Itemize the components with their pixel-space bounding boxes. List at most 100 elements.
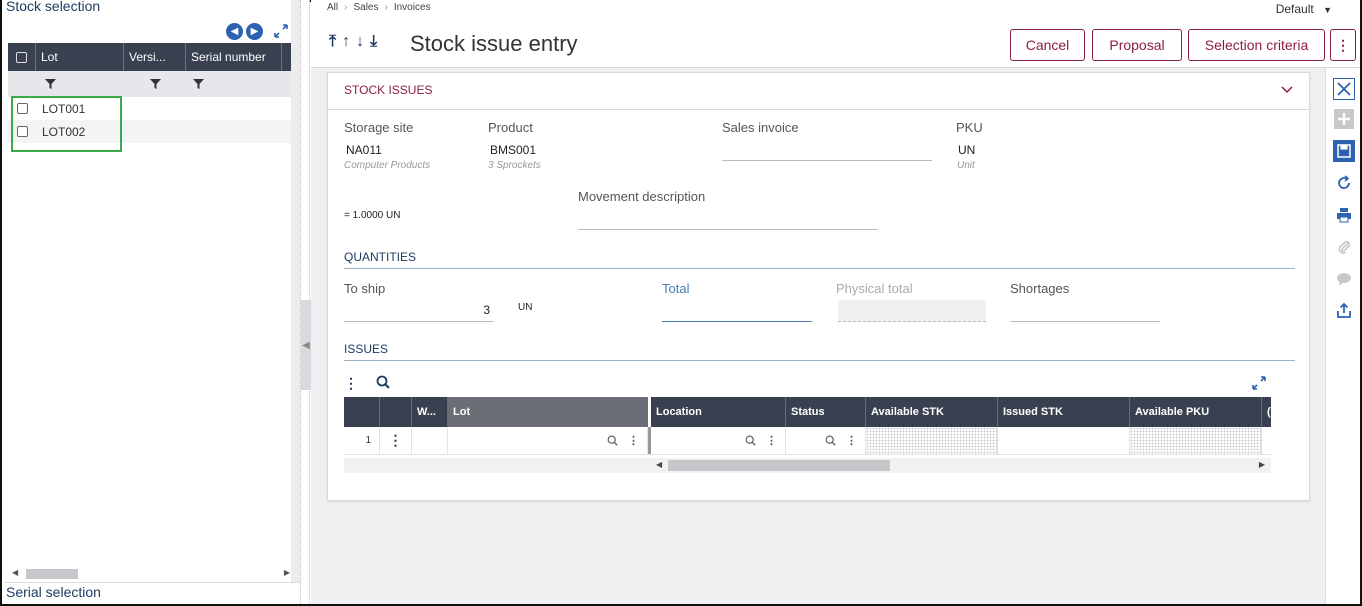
search-icon (607, 435, 618, 446)
scroll-left-icon[interactable]: ◀ (12, 568, 18, 577)
caret-down-icon: ▼ (1323, 5, 1332, 15)
more-options-icon[interactable]: ⋮ (628, 434, 639, 447)
chevron-right-icon: › (384, 2, 388, 13)
search-icon (825, 435, 836, 446)
last-record-icon[interactable]: ⤓ (370, 33, 377, 51)
highlight-box (11, 96, 122, 152)
issues-header: ISSUES (344, 342, 389, 356)
stock-selection-title: Stock selection (6, 0, 101, 14)
col-location[interactable]: Location (651, 397, 786, 427)
col-status[interactable]: Status (786, 397, 866, 427)
movement-description-label: Movement description (578, 189, 706, 204)
status-cell[interactable]: ⋮ (786, 427, 866, 454)
pku-label: PKU (956, 120, 983, 135)
breadcrumb-sales[interactable]: Sales (353, 2, 378, 13)
to-ship-unit: UN (518, 302, 533, 313)
print-icon[interactable] (1333, 204, 1355, 226)
default-label: Default (1275, 2, 1314, 16)
comment-icon (1333, 268, 1355, 290)
chevron-down-icon[interactable] (1281, 81, 1293, 97)
scroll-left-icon[interactable]: ◀ (656, 460, 662, 469)
previous-icon[interactable]: ◀ (226, 22, 243, 40)
close-icon[interactable] (1333, 78, 1355, 100)
page-title: Stock issue entry (410, 31, 578, 56)
scroll-right-icon[interactable]: ▶ (284, 568, 290, 577)
scroll-thumb[interactable] (26, 569, 78, 579)
storage-site-value[interactable]: NA011 (346, 143, 382, 157)
warehouse-cell[interactable] (412, 427, 448, 454)
col-available-stk[interactable]: Available STK (866, 397, 998, 427)
col-lot[interactable]: Lot (448, 397, 648, 427)
filter-icon[interactable] (124, 71, 186, 97)
search-icon (745, 435, 756, 446)
breadcrumb-all[interactable]: All (327, 2, 338, 13)
search-icon[interactable] (376, 375, 390, 392)
quantities-header: QUANTITIES (344, 250, 417, 264)
breadcrumb-invoices[interactable]: Invoices (394, 2, 431, 13)
scroll-thumb[interactable] (668, 460, 890, 471)
product-description: 3 Sprockets (488, 160, 541, 171)
physical-total-label: Physical total (836, 281, 913, 296)
col-lot[interactable]: Lot (36, 43, 124, 71)
movement-description-field[interactable] (578, 229, 878, 230)
save-icon[interactable] (1333, 140, 1355, 162)
proposal-button[interactable]: Proposal (1092, 29, 1182, 61)
top-bar: All › Sales › Invoices Default ▼ ⤒ ↑ ↓ ⤓… (311, 0, 1360, 68)
storage-site-description: Computer Products (344, 160, 431, 171)
select-all-checkbox[interactable] (16, 51, 27, 63)
selection-criteria-button[interactable]: Selection criteria (1188, 29, 1325, 61)
grid-header: Lot Versi... Serial number (8, 43, 291, 71)
previous-record-icon[interactable]: ↑ (342, 33, 350, 51)
col-version[interactable]: Versi... (124, 43, 186, 71)
to-ship-value[interactable]: 3 (344, 303, 490, 317)
next-icon[interactable]: ▶ (246, 22, 263, 40)
pku-value[interactable]: UN (958, 143, 975, 157)
col-available-pku[interactable]: Available PKU (1130, 397, 1262, 427)
col-more: ( (1267, 406, 1271, 418)
table-row[interactable]: 1 ⋮ ⋮ ⋮ ⋮ (344, 427, 1271, 455)
lot-cell[interactable]: ⋮ (448, 427, 648, 454)
more-options-icon[interactable]: ⋮ (766, 434, 777, 447)
col-serial-number[interactable]: Serial number (186, 43, 282, 71)
refresh-icon[interactable] (1333, 172, 1355, 194)
default-dropdown[interactable]: Default ▼ (1276, 2, 1332, 16)
record-nav: ⤒ ↑ ↓ ⤓ (329, 33, 377, 51)
physical-total-field (838, 300, 986, 322)
issues-horizontal-scrollbar[interactable]: ◀ ▶ (344, 458, 1271, 473)
product-value[interactable]: BMS001 (490, 143, 536, 157)
first-record-icon[interactable]: ⤒ (329, 33, 336, 51)
shortages-label: Shortages (1010, 281, 1070, 296)
next-record-icon[interactable]: ↓ (356, 33, 364, 51)
available-pku-cell (1130, 427, 1262, 454)
more-options-icon[interactable]: ⋮ (344, 375, 358, 392)
issues-table: W... Lot Location Status Available STK I… (344, 397, 1271, 455)
col-more (282, 43, 291, 71)
expand-icon[interactable] (1252, 376, 1266, 395)
issues-table-header: W... Lot Location Status Available STK I… (344, 397, 1271, 427)
left-horizontal-scrollbar[interactable]: ◀ ▶ (12, 566, 290, 580)
stock-issue-card: STOCK ISSUES Storage site NA011 Computer… (327, 72, 1310, 501)
stock-issues-header[interactable]: STOCK ISSUES (344, 83, 432, 97)
filter-icon[interactable] (36, 71, 64, 97)
location-cell[interactable]: ⋮ (651, 427, 786, 454)
scroll-right-icon[interactable]: ▶ (1259, 460, 1265, 469)
pku-description: Unit (957, 160, 975, 171)
more-options-icon[interactable]: ⋮ (1330, 29, 1356, 61)
collapse-panel-handle[interactable]: ◀ (301, 300, 311, 390)
sales-invoice-field[interactable] (722, 160, 932, 161)
share-icon[interactable] (1333, 300, 1355, 322)
expand-icon[interactable] (272, 22, 290, 40)
product-label: Product (488, 120, 533, 135)
add-icon (1333, 108, 1355, 130)
col-issued-stk[interactable]: Issued STK (998, 397, 1130, 427)
filter-icon[interactable] (186, 71, 210, 97)
cancel-button[interactable]: Cancel (1010, 29, 1085, 61)
col-warehouse[interactable]: W... (412, 397, 448, 427)
right-toolbar (1325, 68, 1360, 604)
shortages-field[interactable] (1010, 321, 1160, 322)
more-options-icon[interactable]: ⋮ (846, 434, 857, 447)
total-field[interactable] (662, 321, 812, 322)
issued-stk-cell[interactable] (998, 427, 1130, 454)
row-menu-icon[interactable]: ⋮ (380, 427, 412, 454)
stock-selection-panel: Stock selection ◀ ▶ Lot Versi... Serial … (2, 0, 302, 604)
